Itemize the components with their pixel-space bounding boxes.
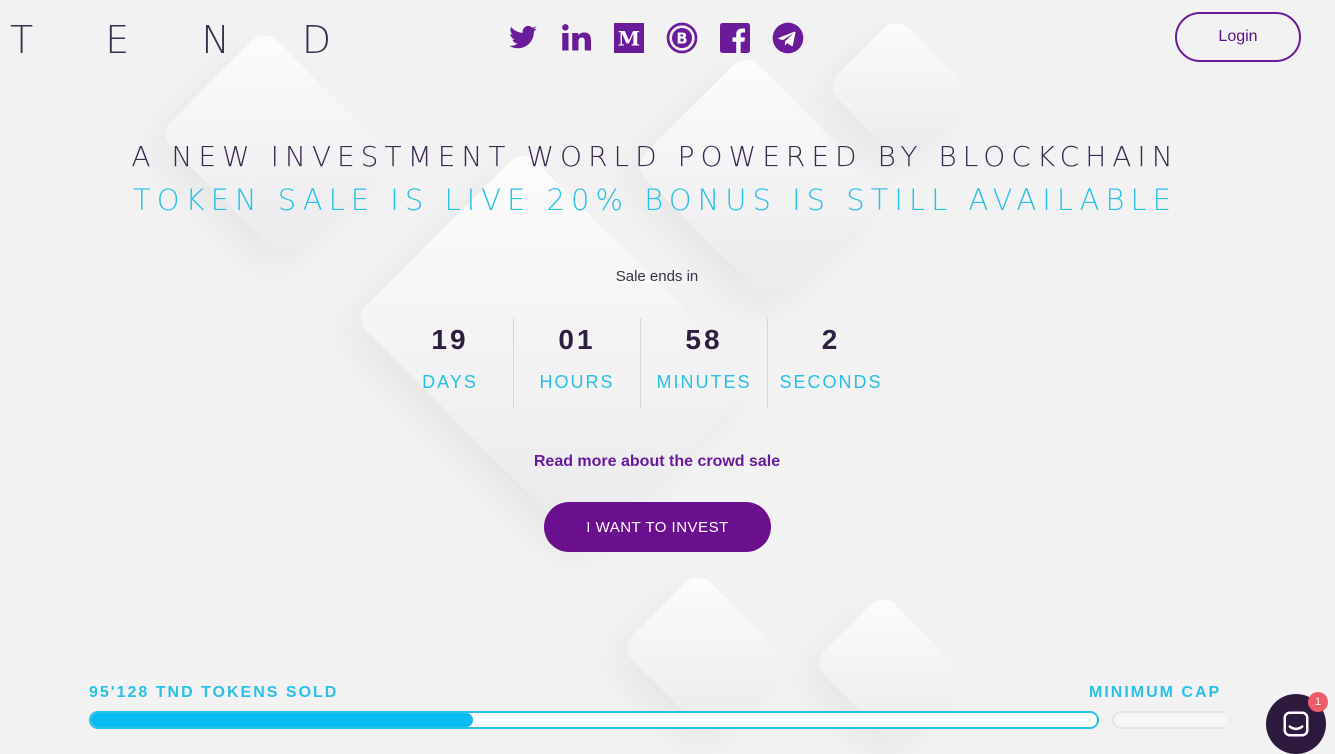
countdown-label: DAYS — [422, 372, 478, 392]
countdown-minutes: 58 MINUTES — [640, 318, 767, 408]
sale-progress-bar — [89, 711, 1099, 729]
countdown-hours: 01 HOURS — [513, 318, 640, 408]
telegram-icon[interactable] — [770, 20, 806, 56]
minimum-cap-label: MINIMUM CAP — [1089, 684, 1222, 701]
logo[interactable]: T E N D — [10, 18, 361, 62]
countdown-days: 19 DAYS — [387, 318, 513, 408]
social-links: M B — [505, 20, 806, 56]
sale-progress-fill — [91, 713, 474, 727]
bitcoin-icon[interactable]: B — [664, 20, 700, 56]
tokens-sold-label: 95'128 TND TOKENS SOLD — [89, 684, 339, 701]
sale-ends-caption: Sale ends in — [615, 268, 699, 285]
twitter-icon[interactable] — [505, 20, 541, 56]
invest-button[interactable]: I WANT TO INVEST — [544, 502, 771, 552]
login-button[interactable]: Login — [1175, 12, 1301, 62]
countdown-seconds: 2 SECONDS — [767, 318, 894, 408]
facebook-icon[interactable] — [717, 20, 753, 56]
hero-subheadline: TOKEN SALE IS LIVE 20% BONUS IS STILL AV… — [133, 183, 1177, 217]
countdown-timer: 19 DAYS 01 HOURS 58 MINUTES 2 SECONDS — [387, 318, 894, 408]
chat-icon — [1283, 711, 1309, 737]
medium-icon[interactable]: M — [611, 20, 647, 56]
countdown-label: SECONDS — [779, 372, 883, 392]
svg-text:B: B — [676, 30, 687, 47]
countdown-label: HOURS — [539, 372, 615, 392]
hero-headline: A NEW INVESTMENT WORLD POWERED BY BLOCKC… — [131, 140, 1179, 173]
countdown-label: MINUTES — [656, 372, 752, 392]
read-more-link[interactable]: Read more about the crowd sale — [0, 453, 1314, 471]
linkedin-icon[interactable] — [558, 20, 594, 56]
countdown-value: 01 — [558, 324, 596, 355]
countdown-value: 19 — [431, 324, 469, 355]
svg-text:M: M — [618, 27, 640, 51]
countdown-value: 58 — [685, 324, 723, 355]
notification-badge: 1 — [1308, 692, 1328, 712]
minimum-cap-track — [1112, 711, 1226, 729]
countdown-value: 2 — [821, 324, 841, 355]
